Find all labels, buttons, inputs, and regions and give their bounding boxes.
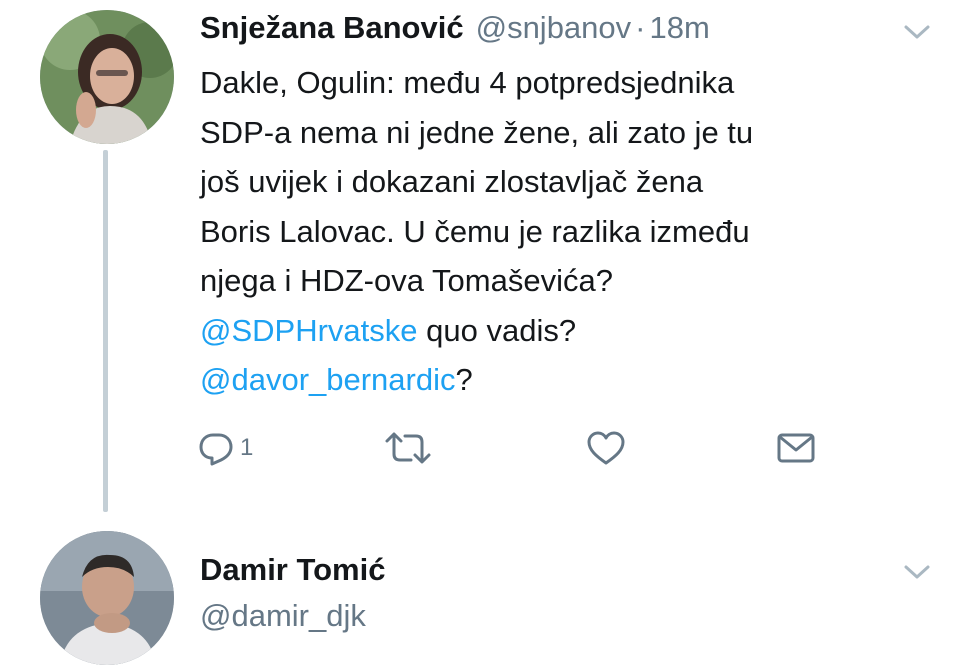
author-name[interactable]: Damir Tomić: [200, 552, 385, 588]
tweet-text-line: još uvijek i dokazani zlostavljač žena: [200, 164, 704, 199]
direct-message-button[interactable]: [776, 426, 816, 470]
avatar[interactable]: [40, 531, 174, 665]
mention-suffix-text: quo vadis?: [417, 312, 577, 348]
separator-dot: ·: [635, 10, 646, 45]
author-handle[interactable]: @snjbanov: [476, 10, 632, 46]
reply-icon: [199, 433, 233, 466]
author-name[interactable]: Snježana Banović: [200, 10, 464, 46]
retweet-button[interactable]: [384, 426, 432, 470]
avatar-photo-damir: [40, 531, 174, 665]
author-handle[interactable]: @damir_djk: [200, 598, 366, 634]
reply-count: 1: [240, 434, 254, 461]
tweet-text-line: Dakle, Ogulin: među 4 potpredsjednika: [200, 65, 735, 100]
reply-button[interactable]: 1: [198, 426, 253, 470]
tweet-text-line: @SDPHrvatske quo vadis?: [200, 306, 940, 356]
tweet-text-line: Boris Lalovac. U čemu je razlika između: [200, 213, 750, 249]
mention-suffix-text: ?: [455, 362, 473, 397]
mention-link-davor-bernardic[interactable]: @davor_bernardic: [200, 362, 456, 397]
mention-link-sdphrvatske[interactable]: @SDPHrvatske: [200, 313, 418, 348]
heart-icon: [587, 431, 625, 465]
tweet-timestamp[interactable]: 18m: [649, 10, 709, 46]
tweet-actions-bar: 1: [198, 426, 838, 470]
tweet-text-line: @davor_bernardic?: [200, 355, 940, 405]
chevron-down-icon[interactable]: [902, 562, 932, 582]
tweet-text: Dakle, Ogulin: među 4 potpredsjednika SD…: [200, 58, 940, 405]
tweet-text-line: njega i HDZ-ova Tomaševića?: [200, 263, 613, 298]
chevron-down-icon[interactable]: [902, 22, 932, 42]
envelope-icon: [777, 433, 815, 463]
tweet-text-line: SDP-a nema ni jedne žene, ali zato je tu: [200, 114, 754, 150]
avatar[interactable]: [40, 10, 174, 144]
thread-connector-line: [103, 150, 108, 512]
like-button[interactable]: [586, 426, 626, 470]
retweet-icon: [385, 432, 431, 464]
tweet-header: Snježana Banović @snjbanov · 18m: [200, 10, 710, 50]
avatar-photo-snjezana: [40, 10, 174, 144]
